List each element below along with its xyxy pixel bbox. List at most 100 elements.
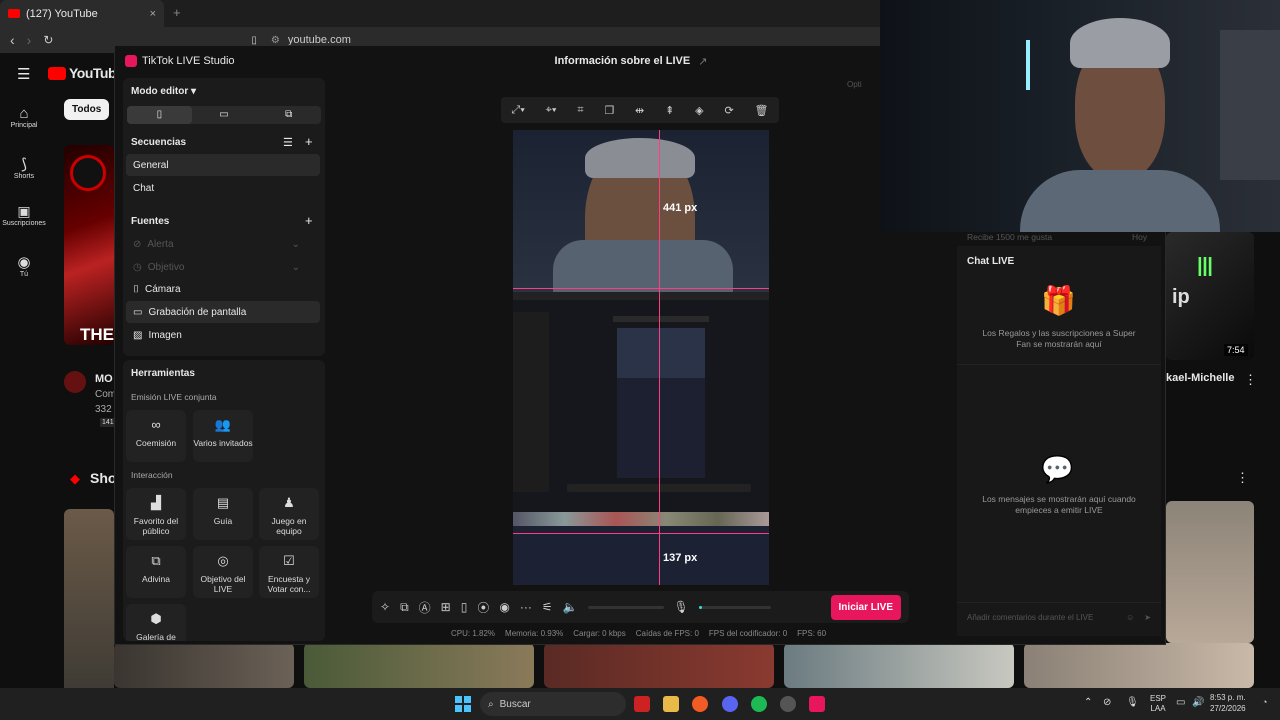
flip-icon[interactable]: ⇹ [635,104,644,117]
sequence-item-general[interactable]: General [126,154,320,176]
gallery-tool[interactable]: ⬢ Galería de [126,604,186,641]
video-thumbnail[interactable]: THE [64,145,114,345]
file-explorer-icon[interactable] [663,696,679,712]
list-icon[interactable]: ☰ [283,136,293,149]
notification-icon[interactable]: ◔ [1262,697,1267,707]
new-tab-button[interactable]: + [173,5,181,20]
comment-input[interactable]: Añadir comentarios durante el LIVE ☺ ➤ [957,602,1161,632]
more-options-icon[interactable]: ⋮ [1244,372,1257,388]
chip-all[interactable]: Todos [64,99,110,120]
browser-tab[interactable]: (127) YouTube × [0,0,164,27]
video-title[interactable]: MO [95,373,113,385]
multi-guest-tool[interactable]: 👥 Varios invitados [193,410,253,462]
ai-icon[interactable]: Ⓐ [419,599,431,616]
microphone-icon[interactable]: 🎙 [674,600,689,614]
tray-volume-icon[interactable]: 🔊 [1192,697,1204,708]
taskbar-clock[interactable]: 8:53 p. m. 27/2/2026 [1210,692,1246,714]
dual-layout-icon[interactable]: ⧉ [256,106,321,124]
layer-up-icon[interactable]: ⇞ [665,104,674,117]
screen-source-preview[interactable] [513,292,769,512]
editor-mode-dropdown[interactable]: Modo editor ▾ [131,86,196,97]
youtube-logo[interactable]: YouTube [48,65,124,81]
share-icon[interactable]: ↗ [698,55,707,68]
more-options-icon[interactable]: ⋮ [1236,470,1249,486]
add-media-icon[interactable]: ⊞ [441,600,451,614]
short-thumbnail[interactable] [784,643,1014,688]
audience-favorite-tool[interactable]: ▟ Favorito del público [126,488,186,540]
taskbar-search[interactable]: ⌕ Buscar [480,692,626,716]
brave-icon[interactable] [692,696,708,712]
language-indicator[interactable]: ESP LAA [1150,694,1166,714]
source-item-image[interactable]: ▨ Imagen [126,324,320,346]
source-item-camera[interactable]: ⌷ Cámara [126,278,320,300]
back-icon[interactable]: ‹ [10,32,15,48]
more-icon[interactable]: ··· [520,600,532,614]
crop-icon[interactable]: ⌗ [577,104,583,117]
add-source-icon[interactable]: + [305,213,313,228]
source-item-screen-record[interactable]: ▭ Grabación de pantalla [126,301,320,323]
speaker-volume-slider[interactable] [587,605,664,609]
nav-you[interactable]: ◉ Tú [0,253,48,278]
magic-icon[interactable]: ✧ [380,600,390,614]
short-thumbnail[interactable] [64,509,114,696]
short-thumbnail[interactable] [544,643,774,688]
poll-tool[interactable]: ☑ Encuesta y Votar con... [259,546,319,598]
obs-icon[interactable] [780,696,796,712]
trash-icon[interactable]: 🗑 [754,104,768,117]
speaker-icon[interactable]: 🔈 [563,600,578,614]
effects-icon[interactable]: ⧉ [400,600,409,615]
send-icon[interactable]: ➤ [1144,613,1151,622]
cohost-tool[interactable]: ∞ Coemisión [126,410,186,462]
video-thumbnail[interactable]: Ⅲ ip 7:54 [1166,232,1254,360]
duplicate-icon[interactable]: ❐ [604,104,614,117]
record-icon[interactable]: ⦿ [477,599,489,616]
chevron-down-icon[interactable]: ⌄ [292,262,300,273]
short-thumbnail[interactable] [1024,643,1254,688]
site-info-icon[interactable]: ⚙ [271,35,280,46]
live-preview-canvas[interactable]: 441 px 137 px [513,130,769,585]
live-goal-tool[interactable]: ◎ Objetivo del LIVE [193,546,253,598]
layers-icon[interactable]: ◈ [695,104,703,117]
start-live-button[interactable]: Iniciar LIVE [830,594,901,620]
sequence-item-chat[interactable]: Chat [126,177,320,199]
fit-icon[interactable]: ⤢▾ [511,104,524,117]
align-icon[interactable]: ⌖▾ [546,104,557,117]
rotate-icon[interactable]: ⟳ [724,104,733,117]
tiktok-studio-icon[interactable] [809,696,825,712]
forward-icon[interactable]: › [27,32,32,48]
tray-mic-icon[interactable]: 🎙 [1126,697,1139,708]
close-tab-icon[interactable]: × [150,8,156,20]
reload-icon[interactable]: ↻ [43,33,53,47]
tray-wifi-off-icon[interactable]: ⊘ [1103,697,1111,708]
camera-source-preview[interactable] [513,130,769,295]
tray-display-icon[interactable]: ▭ [1176,697,1185,708]
team-game-tool[interactable]: ♟ Juego en equipo [259,488,319,540]
nav-subscriptions[interactable]: ▣ Suscripciones [0,203,48,227]
source-item-goal[interactable]: ◷ Objetivo ⌄ [126,256,320,278]
video-title[interactable]: kael-Michelle [1166,372,1234,384]
channel-avatar[interactable] [64,371,86,393]
nav-principal[interactable]: ⌂ Principal [0,105,48,129]
discord-icon[interactable] [722,696,738,712]
adobe-icon[interactable] [634,696,650,712]
broadcast-icon[interactable]: ◉ [499,600,509,614]
short-thumbnail[interactable] [114,643,294,688]
nav-shorts[interactable]: ⟆ Shorts [0,155,48,180]
chevron-down-icon[interactable]: ⌄ [292,239,300,250]
guess-tool[interactable]: ⧉ Adivina [126,546,186,598]
settings-sliders-icon[interactable]: ⚟ [542,600,553,614]
tray-chevron-icon[interactable]: ⌃ [1084,697,1092,708]
guide-tool[interactable]: ▤ Guía [193,488,253,540]
bookmark-icon[interactable]: ▯ [251,35,257,46]
landscape-layout-icon[interactable]: ▭ [192,106,257,124]
emoji-icon[interactable]: ☺ [1126,613,1134,622]
phone-icon[interactable]: ▯ [461,600,468,614]
add-sequence-icon[interactable]: + [305,134,313,149]
live-info-title[interactable]: Información sobre el LIVE [555,55,691,67]
source-item-alert[interactable]: ⊘ Alerta ⌄ [126,233,320,255]
menu-icon[interactable]: ☰ [17,65,30,83]
mic-volume-slider[interactable] [698,605,771,609]
short-thumbnail[interactable] [1166,501,1254,643]
portrait-layout-icon[interactable]: ▯ [127,106,192,124]
short-thumbnail[interactable] [304,643,534,688]
